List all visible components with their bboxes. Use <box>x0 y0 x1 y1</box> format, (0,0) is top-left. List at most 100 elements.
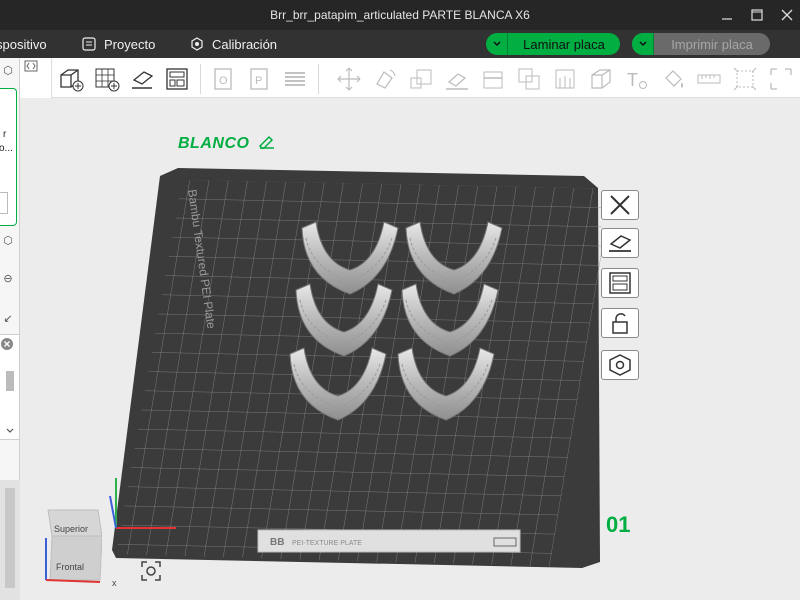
maximize-icon <box>751 9 763 21</box>
tab-calibration-label: Calibración <box>212 36 278 52</box>
slice-plate-label: Laminar placa <box>523 36 605 52</box>
boolean-button[interactable] <box>516 66 542 92</box>
lay-on-face-button[interactable] <box>444 66 470 92</box>
project-icon <box>82 37 96 51</box>
delete-plate-button[interactable] <box>601 190 639 220</box>
move-icon <box>337 67 361 91</box>
3d-viewport[interactable]: Bambu Textured PEI Plate BB PEI-TEXTURE … <box>20 98 800 600</box>
grid-plate-icon <box>95 68 120 92</box>
support-paint-button[interactable] <box>552 66 578 92</box>
rotate-icon <box>376 69 396 89</box>
unlock-icon <box>612 313 628 334</box>
measure-button[interactable] <box>696 66 722 92</box>
view-cube-front[interactable]: Frontal <box>56 562 84 572</box>
svg-text:T: T <box>627 70 638 90</box>
left-sidebar: ⬡ r o... ⬡ ⊖ ↙ <box>0 58 20 600</box>
printer-settings-icon[interactable]: ⬡ <box>0 64 16 78</box>
main-toolbar: O P T <box>52 58 800 98</box>
plate-name-label[interactable]: BLANCO <box>178 135 276 153</box>
arrange-button[interactable] <box>164 66 190 92</box>
move-button[interactable] <box>336 66 362 92</box>
print-plate-button[interactable]: Imprimir placa <box>632 33 770 55</box>
add-object-button[interactable] <box>58 66 84 92</box>
plate-type-select[interactable] <box>0 192 8 214</box>
drag-handle-button[interactable] <box>768 66 794 92</box>
object-list[interactable] <box>0 334 20 440</box>
svg-text:O: O <box>219 75 228 87</box>
slice-dropdown[interactable] <box>486 33 508 55</box>
calibration-icon <box>190 37 204 51</box>
menu-bar: spositivo Proyecto Calibración Laminar p… <box>0 30 800 58</box>
view-cube-x-label: x <box>112 578 117 588</box>
rotate-button[interactable] <box>372 66 398 92</box>
window-title: Brr_brr_patapim_articulated PARTE BLANCA… <box>270 8 530 22</box>
plate-number[interactable]: 01 <box>606 512 630 538</box>
view-cube[interactable]: Superior Frontal x <box>44 506 117 588</box>
sync-icon[interactable]: ⊖ <box>0 272 16 286</box>
sidebar-scrollbar[interactable] <box>0 480 20 600</box>
orient-icon <box>609 235 632 252</box>
ruler-icon <box>697 74 721 84</box>
plate-settings-button[interactable] <box>601 350 639 380</box>
settings-icon <box>609 354 631 376</box>
list-scrollbar[interactable] <box>6 371 14 391</box>
bambu-logo: BB <box>270 537 284 548</box>
plate-orient-button[interactable] <box>601 228 639 258</box>
add-cube-icon <box>60 69 84 92</box>
title-bar: Brr_brr_patapim_articulated PARTE BLANCA… <box>0 0 800 30</box>
plate-name-text: BLANCO <box>178 135 250 152</box>
print-dropdown[interactable] <box>632 33 654 55</box>
split-parts-icon: P <box>250 68 268 90</box>
tab-project-label: Proyecto <box>104 36 156 52</box>
clear-icon[interactable] <box>0 337 14 351</box>
plate-arrange-button[interactable] <box>601 268 639 298</box>
sidebar-scroll-thumb[interactable] <box>5 488 15 588</box>
filament-settings-icon[interactable]: ⬡ <box>0 234 16 248</box>
scale-icon <box>410 69 432 89</box>
plate-strip-label: PEI-TEXTURE PLATE <box>292 540 362 547</box>
split-objects-button[interactable]: O <box>210 66 236 92</box>
text-button[interactable]: T <box>624 66 650 92</box>
color-paint-button[interactable] <box>660 66 686 92</box>
minimize-button[interactable] <box>714 0 740 30</box>
cut-button[interactable] <box>480 66 506 92</box>
chevron-down-icon <box>492 41 501 47</box>
text-tool-icon: T <box>627 70 647 90</box>
tab-device-label: spositivo <box>0 36 47 52</box>
toolbar-separator <box>200 64 201 94</box>
chevron-down-icon[interactable] <box>6 427 14 435</box>
add-plate-button[interactable] <box>94 66 120 92</box>
view-cube-top[interactable]: Superior <box>54 524 88 534</box>
close-icon <box>781 9 793 21</box>
boolean-icon <box>518 68 540 90</box>
sidebar-collapse-strip <box>20 58 52 98</box>
plate-lock-button[interactable] <box>601 308 639 338</box>
auto-orient-button[interactable] <box>130 66 156 92</box>
close-button[interactable] <box>774 0 800 30</box>
assembly-view-button[interactable] <box>732 66 758 92</box>
printer-text-2: o... <box>0 143 13 154</box>
maximize-button[interactable] <box>744 0 770 30</box>
split-parts-button[interactable]: P <box>246 66 272 92</box>
focus-icon <box>141 561 161 581</box>
toolbar-separator <box>318 64 319 94</box>
arrange-icon <box>166 68 188 90</box>
seam-paint-icon <box>591 69 611 89</box>
cut-icon <box>483 71 503 89</box>
split-objects-icon: O <box>214 68 232 90</box>
seam-paint-button[interactable] <box>588 66 614 92</box>
layers-button[interactable] <box>282 66 308 92</box>
tab-device[interactable]: spositivo <box>0 30 47 58</box>
collapse-sidebar-icon[interactable] <box>24 60 38 72</box>
edit-icon[interactable] <box>258 135 276 151</box>
scale-button[interactable] <box>408 66 434 92</box>
slice-plate-button[interactable]: Laminar placa <box>486 33 620 55</box>
minimize-icon <box>722 18 732 20</box>
tab-project[interactable]: Proyecto <box>82 30 155 58</box>
reset-view-button[interactable] <box>140 560 162 582</box>
arrange-icon <box>609 272 631 294</box>
tab-calibration[interactable]: Calibración <box>190 30 277 58</box>
brush-icon[interactable]: ↙ <box>0 312 16 326</box>
close-icon <box>610 195 630 215</box>
window-controls <box>710 0 800 30</box>
